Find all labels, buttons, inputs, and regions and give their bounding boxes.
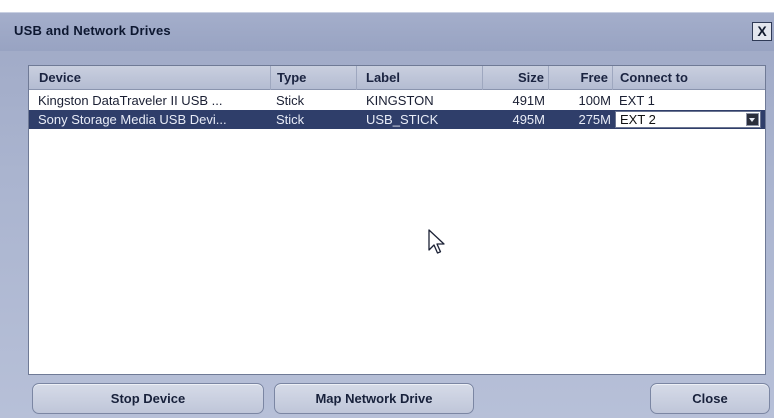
usb-network-drives-dialog: USB and Network Drives X Device Type Lab… bbox=[0, 12, 774, 418]
column-header-free[interactable]: Free bbox=[549, 66, 613, 90]
map-network-drive-button[interactable]: Map Network Drive bbox=[274, 383, 474, 414]
device-label: USB_STICK bbox=[366, 112, 439, 127]
device-type: Stick bbox=[276, 112, 305, 127]
table-row[interactable]: Kingston DataTraveler II USB ... Stick K… bbox=[29, 91, 765, 110]
device-free: 275M bbox=[578, 112, 611, 127]
title-bar: USB and Network Drives X bbox=[0, 13, 774, 51]
table-header: Device Type Label Size Free Connect to bbox=[29, 66, 765, 90]
close-button[interactable]: Close bbox=[650, 383, 770, 414]
device-connect-to[interactable]: EXT 1 bbox=[619, 91, 759, 110]
device-type: Stick bbox=[276, 93, 305, 108]
device-name: Kingston DataTraveler II USB ... bbox=[38, 93, 223, 108]
chevron-down-icon[interactable] bbox=[746, 113, 759, 126]
stop-device-button[interactable]: Stop Device bbox=[32, 383, 264, 414]
dialog-title: USB and Network Drives bbox=[14, 23, 171, 38]
column-header-connect-to[interactable]: Connect to bbox=[613, 66, 765, 90]
connect-to-value: EXT 2 bbox=[620, 112, 656, 127]
column-header-type[interactable]: Type bbox=[271, 66, 357, 90]
column-header-size[interactable]: Size bbox=[483, 66, 549, 90]
close-icon[interactable]: X bbox=[752, 22, 772, 41]
device-name: Sony Storage Media USB Devi... bbox=[38, 112, 227, 127]
device-label: KINGSTON bbox=[366, 93, 434, 108]
device-size: 495M bbox=[512, 112, 545, 127]
mouse-pointer-icon bbox=[428, 229, 445, 254]
column-header-device[interactable]: Device bbox=[29, 66, 271, 90]
device-size: 491M bbox=[512, 93, 545, 108]
connect-to-select[interactable]: EXT 2 bbox=[615, 111, 761, 128]
drives-table: Device Type Label Size Free Connect to K… bbox=[28, 65, 766, 375]
column-header-label[interactable]: Label bbox=[357, 66, 483, 90]
device-free: 100M bbox=[578, 93, 611, 108]
table-row-selected[interactable]: Sony Storage Media USB Devi... Stick USB… bbox=[29, 110, 765, 129]
